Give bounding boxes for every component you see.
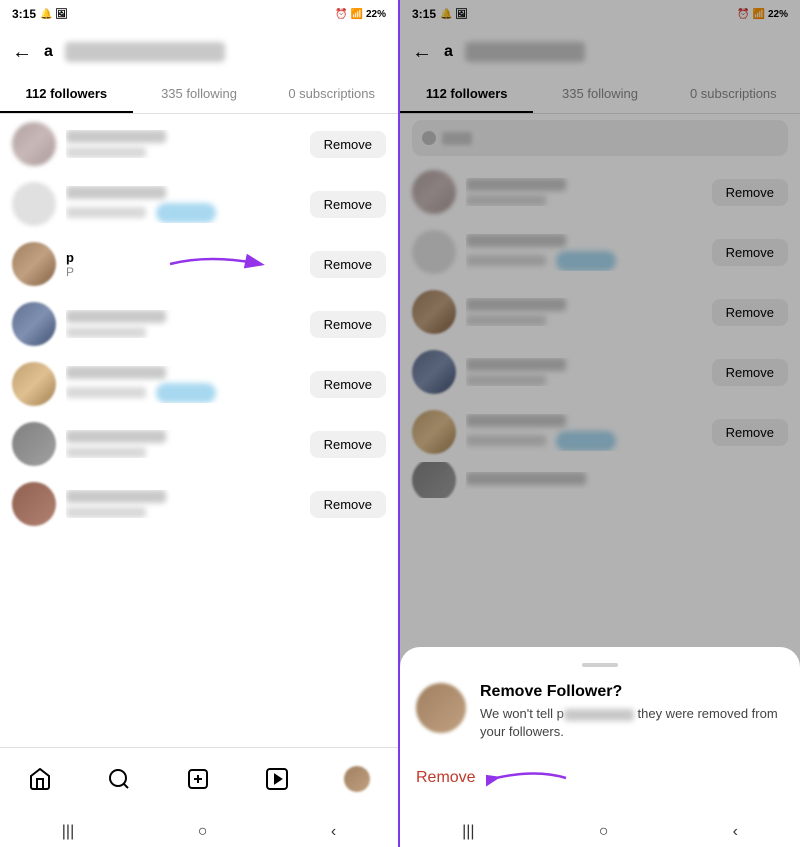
sheet-content: Remove Follower? We won't tell p they we… — [416, 683, 784, 741]
nav-search[interactable] — [107, 767, 131, 791]
follow-badge — [156, 203, 216, 223]
user-handle-blur — [66, 507, 146, 518]
follower-row-highlighted: p P Remove — [0, 234, 398, 294]
system-nav-left: ||| ○ ‹ — [0, 817, 398, 847]
remove-button[interactable]: Remove — [310, 191, 386, 218]
user-handle-blur — [66, 387, 146, 398]
username-blur-left — [65, 42, 225, 62]
remove-button[interactable]: Remove — [310, 431, 386, 458]
user-name-blur — [66, 430, 166, 443]
sheet-arrow-svg — [486, 764, 576, 792]
remove-button[interactable]: Remove — [310, 131, 386, 158]
sys-menu-btn[interactable]: ||| — [62, 823, 74, 841]
user-handle-blur — [66, 147, 146, 158]
status-bar-left: 3:15 🔔 🖼 ⏰ 📶 22% — [0, 0, 398, 28]
avatar — [12, 362, 56, 406]
sheet-arrow-annotation — [486, 764, 576, 792]
tab-subscriptions-left[interactable]: 0 subscriptions — [265, 76, 398, 113]
nav-reels[interactable] — [265, 767, 289, 791]
username-blur-sheet — [564, 709, 634, 721]
avatar — [12, 482, 56, 526]
avatar — [12, 242, 56, 286]
follower-row: Remove — [0, 414, 398, 474]
sys-back-btn[interactable]: ‹ — [331, 823, 336, 841]
user-handle-blur — [66, 327, 146, 338]
notification-icons-left: 🔔 🖼 — [40, 9, 68, 20]
status-time-left: 3:15 🔔 🖼 — [12, 7, 68, 21]
sheet-actions: Remove — [416, 753, 784, 795]
user-info — [66, 186, 300, 223]
user-handle-blur — [66, 207, 146, 218]
avatar — [12, 182, 56, 226]
followers-list-left: Remove Remove p P — [0, 114, 398, 747]
left-phone-panel: 3:15 🔔 🖼 ⏰ 📶 22% ← a 112 followers 335 f… — [0, 0, 400, 847]
system-nav-right: ||| ○ ‹ — [400, 817, 800, 847]
avatar — [12, 122, 56, 166]
user-name-blur — [66, 186, 166, 199]
user-info — [66, 490, 300, 518]
sheet-title: Remove Follower? — [480, 683, 784, 701]
sheet-text: Remove Follower? We won't tell p they we… — [480, 683, 784, 741]
username-letter-left: a — [44, 43, 53, 61]
bottom-nav-left — [0, 747, 398, 817]
follower-row: Remove — [0, 174, 398, 234]
sys-home-btn[interactable]: ○ — [198, 823, 208, 841]
sys-back-btn-right[interactable]: ‹ — [733, 823, 738, 841]
sheet-remove-button[interactable]: Remove — [416, 761, 476, 795]
sys-menu-btn-right[interactable]: ||| — [462, 823, 474, 841]
sys-home-btn-right[interactable]: ○ — [599, 823, 609, 841]
follower-row: Remove — [0, 474, 398, 534]
user-info — [66, 310, 300, 338]
tab-followers-left[interactable]: 112 followers — [0, 76, 133, 113]
follower-row: Remove — [0, 114, 398, 174]
remove-button[interactable]: Remove — [310, 371, 386, 398]
user-name: p — [66, 250, 300, 265]
user-info: p P — [66, 250, 300, 279]
user-handle: P — [66, 265, 300, 279]
header-left: ← a — [0, 28, 398, 76]
tabs-left: 112 followers 335 following 0 subscripti… — [0, 76, 398, 114]
status-icons-left: ⏰ 📶 22% — [335, 9, 386, 20]
avatar — [12, 422, 56, 466]
user-name-blur — [66, 490, 166, 503]
user-name-blur — [66, 310, 166, 323]
avatar — [12, 302, 56, 346]
sheet-description: We won't tell p they were removed from y… — [480, 705, 784, 741]
user-info — [66, 366, 300, 403]
follower-row: Remove — [0, 294, 398, 354]
follow-badge — [156, 383, 216, 403]
remove-button-highlighted[interactable]: Remove — [310, 251, 386, 278]
user-name-blur — [66, 366, 166, 379]
user-info — [66, 130, 300, 158]
sheet-handle — [582, 663, 618, 667]
user-info — [66, 430, 300, 458]
follower-row: Remove — [0, 354, 398, 414]
user-handle-blur — [66, 447, 146, 458]
tab-following-left[interactable]: 335 following — [133, 76, 266, 113]
user-name-blur — [66, 130, 166, 143]
nav-add[interactable] — [186, 767, 210, 791]
nav-home[interactable] — [28, 767, 52, 791]
remove-button[interactable]: Remove — [310, 311, 386, 338]
sheet-avatar — [416, 683, 466, 733]
nav-profile[interactable] — [344, 766, 370, 792]
remove-button[interactable]: Remove — [310, 491, 386, 518]
back-button-left[interactable]: ← — [12, 41, 32, 64]
right-phone-panel: 3:15 🔔 🖼 ⏰ 📶 22% ← a 112 followers 335 f… — [400, 0, 800, 847]
